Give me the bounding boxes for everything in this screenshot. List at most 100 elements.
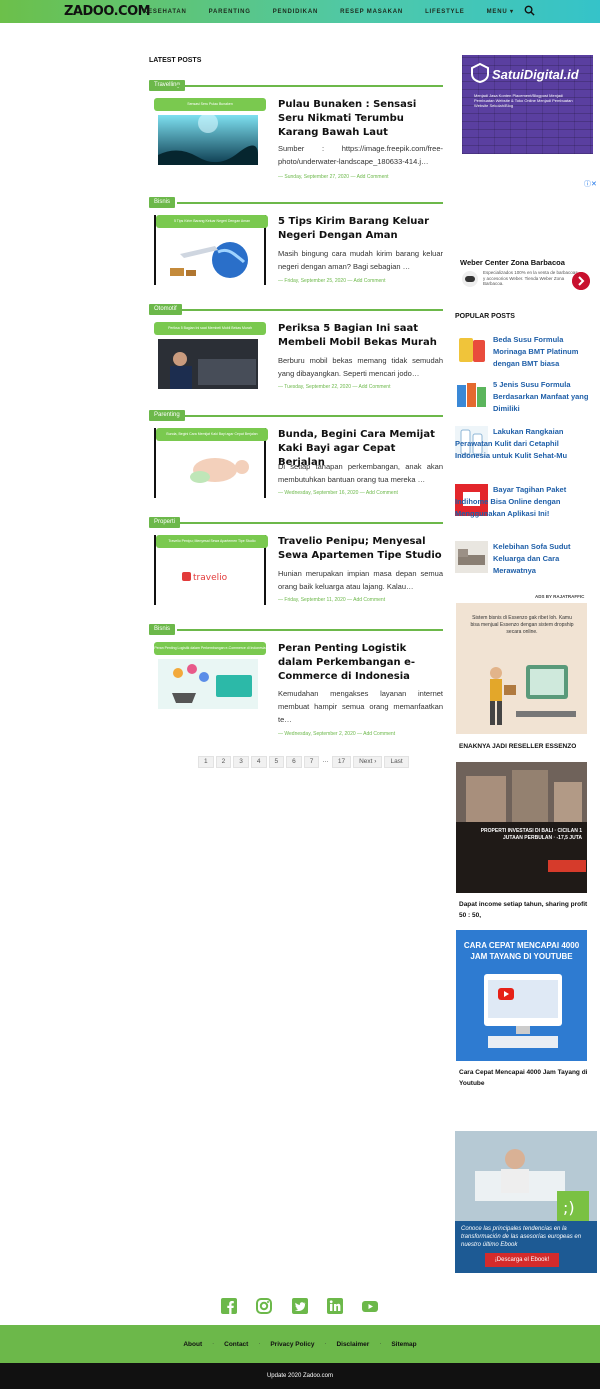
ad-caption[interactable]: ENAKNYA JADI RESELLER ESSENZO: [459, 741, 576, 752]
youtube-tips-ad[interactable]: CARA CEPAT MENCAPAI 4000 JAM TAYANG DI Y…: [456, 930, 587, 1061]
page-ellipsis: …: [322, 757, 329, 764]
nav-item-pendidikan[interactable]: PENDIDIKAN: [273, 9, 318, 15]
ad-text: Menjadi Jasa Konten Placement/Blogpost M…: [474, 93, 573, 108]
youtube-screen-illustration: [484, 974, 562, 1048]
post-thumbnail[interactable]: Bunda, Begini Cara Memijat Kaki Bayi aga…: [154, 428, 268, 498]
post-excerpt: Sumber : https://image.freepik.com/free-…: [278, 144, 443, 166]
search-icon[interactable]: [524, 5, 535, 16]
category-divider: [181, 309, 443, 311]
popular-item-title: 5 Jenis Susu Formula Berdasarkan Manfaat…: [493, 380, 589, 413]
latest-posts-heading: LATEST POSTS: [149, 57, 202, 64]
page-link[interactable]: 5: [268, 756, 285, 768]
copyright: Update 2020 Zadoo.com: [0, 1363, 600, 1389]
youtube-icon[interactable]: [362, 1298, 378, 1314]
site-logo[interactable]: ZADOO.COM: [64, 4, 151, 19]
post-meta: — Friday, September 25, 2020 — Add Comme…: [278, 278, 386, 284]
category-label[interactable]: Bisnis: [149, 624, 176, 635]
post-excerpt: Berburu mobil bekas memang tidak semudah…: [278, 356, 443, 378]
footer-link-sitemap[interactable]: Sitemap: [391, 1341, 416, 1348]
category-label[interactable]: Bisnis: [149, 197, 176, 208]
main-nav: KESEHATAN PARENTING PENDIDIKAN RESEP MAS…: [143, 0, 536, 23]
post-title[interactable]: Peran Penting Logistik dalam Perkembanga…: [278, 642, 443, 684]
post-excerpt: Masih bingung cara mudah kirim barang ke…: [278, 249, 443, 271]
category-label[interactable]: Properti: [149, 517, 181, 528]
footer-link-privacy[interactable]: Privacy Policy: [270, 1341, 314, 1348]
post-title[interactable]: 5 Tips Kirim Barang Keluar Negeri Dengan…: [278, 215, 443, 243]
thumbnail-banner: Peran Penting Logistik dalam Perkembanga…: [154, 642, 266, 655]
shield-icon: [471, 63, 489, 83]
page-link[interactable]: 4: [250, 756, 267, 768]
nav-item-resep-masakan[interactable]: RESEP MASAKAN: [340, 9, 403, 15]
page-link[interactable]: 3: [233, 756, 249, 768]
top-navbar: ZADOO.COM KESEHATAN PARENTING PENDIDIKAN…: [0, 0, 600, 23]
post-title[interactable]: Travelio Penipu; Menyesal Sewa Apartemen…: [278, 535, 443, 563]
last-page-link[interactable]: Last: [384, 756, 409, 768]
car-engine-image: [158, 339, 258, 389]
footer-bar: About · Contact · Privacy Policy · Disclaim…: [0, 1325, 600, 1363]
post-thumbnail[interactable]: Travelio Penipu; Menyesal Sewa Apartemen…: [154, 535, 268, 605]
post-card: Bisnis Peran Penting Logistik dalam Perk…: [149, 624, 443, 739]
post-meta: — Tuesday, September 22, 2020 — Add Comm…: [278, 384, 391, 390]
footer-link-disclaimer[interactable]: Disclaimer: [336, 1341, 369, 1348]
facebook-icon[interactable]: [221, 1298, 237, 1314]
post-thumbnail[interactable]: Peran Penting Logistik dalam Perkembanga…: [154, 642, 266, 712]
ad-text: Especializados 100% en la venta de barba…: [483, 270, 578, 286]
thumbnail-banner: Sensasi Seru Pulau Bunaken: [154, 98, 266, 111]
ebook-ad[interactable]: ;) Conoce las principales tendencias en …: [455, 1131, 597, 1273]
linkedin-icon[interactable]: [327, 1298, 343, 1314]
nav-item-kesehatan[interactable]: KESEHATAN: [143, 9, 187, 15]
sofa-image: [455, 541, 488, 573]
formula-cans-image: [455, 379, 488, 411]
download-ebook-button[interactable]: ¡Descarga el Ebook!: [485, 1253, 559, 1267]
next-page-link[interactable]: Next ›: [353, 756, 383, 768]
page-link[interactable]: 6: [286, 756, 302, 768]
nav-item-menu[interactable]: MENU ▾: [487, 8, 514, 15]
baby-massage-image: [160, 445, 260, 495]
separator-dot: ·: [324, 1341, 327, 1347]
ad-text: Conoce las principales tendencias en la …: [461, 1226, 582, 1248]
post-card: Bisnis 5 Tips Kirim Barang Keluar Negeri…: [149, 197, 443, 297]
post-meta: — Friday, September 11, 2020 — Add Comme…: [278, 597, 386, 603]
satuidigital-ad[interactable]: SatuiDigital.id Menjadi Jasa Konten Plac…: [462, 55, 593, 154]
post-meta: — Wednesday, September 2, 2020 — Add Com…: [278, 731, 396, 737]
separator-dot: ·: [212, 1341, 215, 1347]
footer-link-about[interactable]: About: [183, 1341, 202, 1348]
lavaya-property-ad[interactable]: PROPERTI INVESTASI DI BALI · CICILAN 1 J…: [456, 762, 587, 893]
ad-brand: SatuiDigital.id: [492, 67, 579, 82]
nav-item-parenting[interactable]: PARENTING: [209, 9, 251, 15]
thumbnail-banner: Bunda, Begini Cara Memijat Kaki Bayi aga…: [156, 428, 268, 441]
post-card: Otomotif Periksa 5 Bagian Ini saat Membe…: [149, 304, 443, 404]
page-link[interactable]: 7: [303, 756, 320, 768]
post-card: Properti Travelio Penipu; Menyesal Sewa …: [149, 517, 443, 617]
post-thumbnail[interactable]: 5 Tips Kirim Barang Keluar Negeri Dengan…: [154, 215, 268, 285]
ad-caption[interactable]: Dapat income setiap tahun, sharing profi…: [459, 899, 594, 921]
category-label[interactable]: Otomotif: [149, 304, 182, 315]
separator-dot: ·: [379, 1341, 382, 1347]
post-title[interactable]: Periksa 5 Bagian Ini saat Membeli Mobil …: [278, 322, 443, 350]
essenzo-ad[interactable]: Sistem bisnis di Essenzo gak ribet loh. …: [456, 603, 587, 734]
svg-text:travelio: travelio: [193, 573, 228, 583]
travelio-logo-image: travelio: [160, 552, 260, 602]
twitter-icon[interactable]: [292, 1298, 308, 1314]
ad-image-text: CARA CEPAT MENCAPAI 4000 JAM TAYANG DI Y…: [463, 941, 580, 961]
adchoices-icon[interactable]: ⓘ✕: [584, 179, 597, 189]
svg-text:;): ;): [563, 1198, 575, 1217]
page-link[interactable]: 1: [198, 756, 214, 768]
footer-link-contact[interactable]: Contact: [224, 1341, 248, 1348]
ad-title: Weber Center Zona Barbacoa: [460, 258, 565, 267]
chevron-right-icon[interactable]: [572, 272, 590, 290]
nav-item-lifestyle[interactable]: LIFESTYLE: [425, 9, 465, 15]
ads-by-label: ADS BY RAJATRAFFIC: [535, 594, 585, 599]
post-excerpt: Di setiap tahapan perkembangan, anak aka…: [278, 462, 443, 484]
ad-caption[interactable]: Cara Cepat Mencapai 4000 Jam Tayang di Y…: [459, 1067, 594, 1089]
shipping-globe-image: [160, 232, 260, 282]
post-title[interactable]: Pulau Bunaken : Sensasi Seru Nikmati Ter…: [278, 98, 443, 140]
instagram-icon[interactable]: [256, 1298, 272, 1314]
category-divider: [185, 415, 443, 417]
post-thumbnail[interactable]: Sensasi Seru Pulau Bunaken: [154, 98, 266, 168]
page-link[interactable]: 17: [331, 756, 352, 768]
thumbnail-banner: Travelio Penipu; Menyesal Sewa Apartemen…: [156, 535, 268, 548]
post-thumbnail[interactable]: Periksa 5 Bagian Ini saat Membeli Mobil …: [154, 322, 266, 392]
page-link[interactable]: 2: [215, 756, 232, 768]
category-label[interactable]: Parenting: [149, 410, 185, 421]
